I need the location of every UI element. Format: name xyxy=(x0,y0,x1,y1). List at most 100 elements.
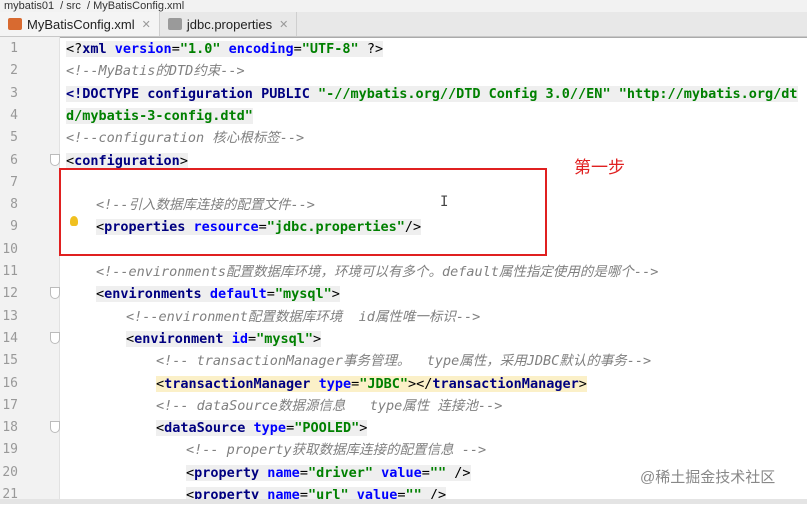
line-number: 20 xyxy=(2,464,18,480)
code-token-attribute: type xyxy=(253,420,287,437)
code-token-tag: environments xyxy=(104,286,210,303)
line-number: 11 xyxy=(2,264,18,279)
code-token-value: "mysql" xyxy=(274,286,332,303)
code-token-punct: < xyxy=(126,330,135,347)
line-number: 14 xyxy=(2,330,18,346)
line-number: 2 xyxy=(10,63,18,79)
code-line-content: <!--environment配置数据库环境 id属性唯一标识--> xyxy=(126,309,480,325)
code-token-value: "mysql" xyxy=(256,330,313,347)
code-token-punct: > xyxy=(331,286,340,303)
code-token-comment: <!--environments配置数据库环境，环境可以有多个。default属… xyxy=(96,264,659,280)
code-line-content: <environments default="mysql"> xyxy=(96,286,340,303)
code-token-attribute: value xyxy=(381,464,422,481)
breadcrumb-item[interactable]: mybatis01 xyxy=(4,0,54,12)
code-line: <!-- transactionManager事务管理。 type属性，采用JD… xyxy=(156,350,807,372)
fold-icon[interactable] xyxy=(50,421,60,434)
code-line: <!DOCTYPE configuration PUBLIC "-//mybat… xyxy=(66,83,807,128)
code-token-punct: = xyxy=(266,286,275,303)
fold-icon[interactable] xyxy=(50,331,60,344)
code-token-tag: transactionManager xyxy=(432,375,579,392)
code-token-comment: <!--environment配置数据库环境 id属性唯一标识--> xyxy=(126,308,481,325)
code-line-content: <dataSource type="POOLED"> xyxy=(156,420,368,437)
code-token-attribute: encoding xyxy=(228,41,294,57)
code-editor[interactable]: <?xml version="1.0" encoding="UTF-8" ?> <… xyxy=(60,37,807,504)
breadcrumb: mybatis01/ src / MyBatisConfig.xml xyxy=(0,0,807,12)
highlight-box xyxy=(59,168,547,256)
line-number: 19 xyxy=(2,442,18,458)
close-icon[interactable]: ✕ xyxy=(279,18,288,31)
code-token-comment: <!--MyBatis的DTD约束--> xyxy=(66,63,245,80)
code-token-punct: /> xyxy=(454,464,471,481)
code-token-punct: ?> xyxy=(366,41,384,57)
code-token-comment: <!-- property获取数据库连接的配置信息 --> xyxy=(186,442,487,459)
code-line: <!--MyBatis的DTD约束--> xyxy=(66,60,807,82)
code-token-value: "JDBC" xyxy=(359,375,409,392)
code-line-content: <?xml version="1.0" encoding="UTF-8" ?> xyxy=(66,41,384,57)
line-number: 12 xyxy=(2,286,18,302)
code-token-punct: > xyxy=(313,330,322,347)
code-line-content: <environment id="mysql"> xyxy=(126,330,322,347)
code-token-punct: = xyxy=(171,41,180,57)
code-token-punct: = xyxy=(351,375,360,392)
code-token-tag: xml xyxy=(82,41,115,57)
code-line: <!-- dataSource数据源信息 type属性 连接池--> xyxy=(156,395,807,417)
watermark: @稀土掘金技术社区 xyxy=(640,469,776,486)
breadcrumb-item[interactable]: src xyxy=(66,0,81,12)
breadcrumb-item[interactable]: MyBatisConfig.xml xyxy=(93,0,184,12)
text-cursor-icon: I xyxy=(440,194,449,210)
code-token-punct: ></ xyxy=(408,375,433,392)
tab-mybatisconfig[interactable]: MyBatisConfig.xml ✕ xyxy=(0,12,160,36)
close-icon[interactable]: ✕ xyxy=(142,18,151,31)
line-number: 8 xyxy=(10,197,18,213)
fold-icon[interactable] xyxy=(50,153,60,166)
code-token-punct: = xyxy=(299,464,308,481)
code-token-punct: = xyxy=(293,41,302,57)
code-token-attribute: type xyxy=(318,375,352,392)
code-line-content: <property name="driver" value="" /> xyxy=(186,464,471,481)
line-number: 4 xyxy=(10,107,18,123)
code-line: <!--environment配置数据库环境 id属性唯一标识--> xyxy=(126,306,807,328)
tab-jdbc-properties[interactable]: jdbc.properties ✕ xyxy=(160,12,298,36)
tab-label: MyBatisConfig.xml xyxy=(27,16,135,32)
code-token-tag: configuration xyxy=(74,152,180,169)
code-line-content: <!--configuration 核心根标签--> xyxy=(66,130,304,146)
lightbulb-icon[interactable] xyxy=(70,216,78,226)
code-token-punct: = xyxy=(421,464,430,481)
code-token-attribute: name xyxy=(267,464,300,481)
code-line: <?xml version="1.0" encoding="UTF-8" ?> xyxy=(66,38,807,60)
code-line: <!--environments配置数据库环境，环境可以有多个。default属… xyxy=(96,261,807,283)
code-line-content: <!-- transactionManager事务管理。 type属性，采用JD… xyxy=(156,353,651,369)
line-number: 17 xyxy=(2,397,18,413)
code-line-content: <!-- property获取数据库连接的配置信息 --> xyxy=(186,442,486,458)
code-token-tag: <!DOCTYPE configuration PUBLIC xyxy=(66,85,318,102)
editor-tabs: MyBatisConfig.xml ✕ jdbc.properties ✕ xyxy=(0,12,807,37)
code-token-attribute: id xyxy=(231,330,248,347)
code-token-tag: environment xyxy=(134,330,232,347)
horizontal-scrollbar[interactable] xyxy=(0,499,807,504)
code-line-content: <!DOCTYPE configuration PUBLIC "-//mybat… xyxy=(66,85,798,124)
code-token-punct: < xyxy=(156,375,165,392)
code-token-punct: < xyxy=(156,420,165,437)
line-number: 7 xyxy=(10,174,18,190)
code-token-value: "UTF-8" xyxy=(301,41,367,57)
fold-icon[interactable] xyxy=(50,287,60,300)
code-token-value: "1.0" xyxy=(179,41,229,57)
line-number: 3 xyxy=(10,85,18,101)
code-token-punct: = xyxy=(247,330,257,347)
code-token-punct: < xyxy=(96,286,105,303)
code-token-value: "POOLED" xyxy=(294,420,360,437)
code-token-tag: transactionManager xyxy=(164,375,319,392)
code-token-punct: > xyxy=(578,375,587,392)
code-token-punct: < xyxy=(186,464,195,481)
code-line: <environments default="mysql"> xyxy=(96,283,807,305)
code-token-comment: <!-- transactionManager事务管理。 type属性，采用JD… xyxy=(156,353,652,370)
step-annotation: 第一步 xyxy=(574,158,625,177)
code-token-tag: property xyxy=(194,464,268,481)
line-number: 18 xyxy=(2,420,18,436)
code-line: <!--configuration 核心根标签--> xyxy=(66,127,807,149)
line-number: 16 xyxy=(2,375,18,391)
code-token-value: "" xyxy=(429,464,455,481)
properties-file-icon xyxy=(167,18,182,30)
code-token-punct: <? xyxy=(66,41,83,57)
code-token-punct: = xyxy=(286,420,295,437)
